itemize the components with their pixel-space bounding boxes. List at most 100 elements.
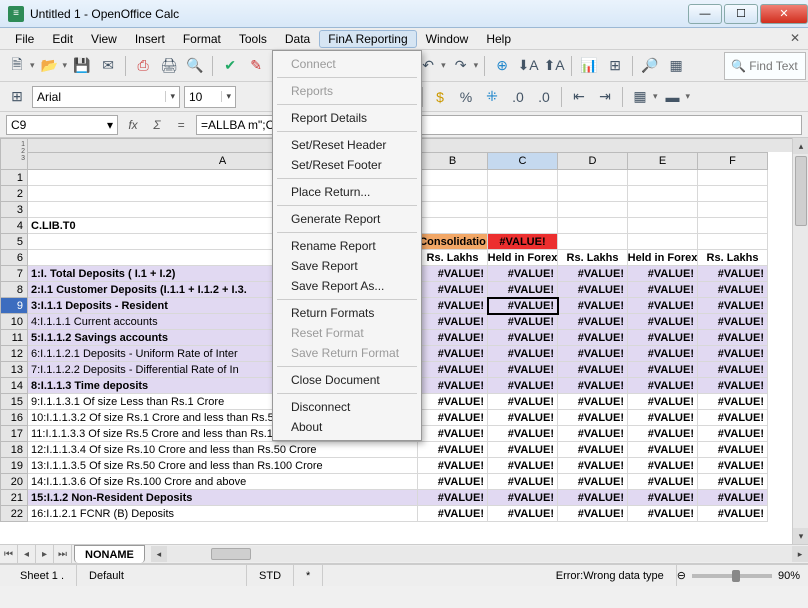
tab-prev-icon[interactable]: ◂ [18, 545, 36, 563]
minimize-button[interactable]: — [688, 4, 722, 24]
menu-item-save-report-as[interactable]: Save Report As... [273, 276, 421, 296]
cell[interactable]: #VALUE! [418, 490, 488, 506]
row-header-2[interactable]: 2 [0, 186, 28, 202]
cell[interactable] [558, 234, 628, 250]
cell[interactable]: #VALUE! [488, 266, 558, 282]
row-header-9[interactable]: 9 [0, 298, 28, 314]
equals-icon[interactable]: = [172, 116, 190, 134]
cell[interactable]: #VALUE! [558, 458, 628, 474]
find-icon[interactable]: 🔎 [639, 55, 661, 77]
cell[interactable]: #VALUE! [698, 458, 768, 474]
row-header-5[interactable]: 5 [0, 234, 28, 250]
cell[interactable]: #VALUE! [418, 362, 488, 378]
menu-item-place-return[interactable]: Place Return... [273, 182, 421, 202]
cell[interactable]: Rs. Lakhs [418, 250, 488, 266]
cell[interactable]: Rs. Lakhs [558, 250, 628, 266]
row-header-22[interactable]: 22 [0, 506, 28, 522]
cell[interactable]: #VALUE! [628, 282, 698, 298]
cell[interactable]: #VALUE! [558, 426, 628, 442]
fx-icon[interactable]: fx [124, 116, 142, 134]
cell[interactable] [628, 234, 698, 250]
cell[interactable]: #VALUE! [418, 346, 488, 362]
cell[interactable]: #VALUE! [488, 490, 558, 506]
col-header-B[interactable]: B [418, 152, 488, 170]
cell[interactable]: #VALUE! [698, 442, 768, 458]
cell[interactable] [628, 202, 698, 218]
cell[interactable]: #VALUE! [698, 410, 768, 426]
cell[interactable]: #VALUE! [698, 314, 768, 330]
menu-format[interactable]: Format [174, 30, 230, 48]
pdf-icon[interactable]: ⎙ [132, 55, 154, 77]
cell[interactable]: #VALUE! [418, 330, 488, 346]
cell[interactable]: #VALUE! [628, 458, 698, 474]
cell[interactable]: #VALUE! [488, 346, 558, 362]
close-button[interactable]: ✕ [760, 4, 808, 24]
cell[interactable]: #VALUE! [698, 394, 768, 410]
cell[interactable]: #VALUE! [558, 474, 628, 490]
scroll-left-icon[interactable]: ◂ [151, 546, 167, 562]
col-header-F[interactable]: F [698, 152, 768, 170]
cell[interactable] [488, 202, 558, 218]
row-header-18[interactable]: 18 [0, 442, 28, 458]
cell[interactable]: #VALUE! [558, 394, 628, 410]
cell[interactable] [488, 170, 558, 186]
cell[interactable]: #VALUE! [698, 426, 768, 442]
cell[interactable]: #VALUE! [628, 490, 698, 506]
vertical-scrollbar[interactable]: ▴ ▾ [792, 138, 808, 544]
cell[interactable]: #VALUE! [628, 394, 698, 410]
scroll-thumb[interactable] [795, 156, 807, 226]
cell[interactable]: #VALUE! [628, 266, 698, 282]
cell[interactable]: #VALUE! [418, 442, 488, 458]
cell[interactable]: 14:I.1.1.3.6 Of size Rs.100 Crore and ab… [28, 474, 418, 490]
cell[interactable]: #VALUE! [488, 314, 558, 330]
styles-icon[interactable]: ⊞ [6, 86, 28, 108]
maximize-button[interactable]: ☐ [724, 4, 758, 24]
cell[interactable]: #VALUE! [628, 506, 698, 522]
cell[interactable]: Consolidatio [418, 234, 488, 250]
cell[interactable]: #VALUE! [628, 410, 698, 426]
cell[interactable] [558, 170, 628, 186]
cell[interactable]: #VALUE! [558, 314, 628, 330]
zoom-slider[interactable] [692, 574, 772, 578]
cell[interactable]: #VALUE! [418, 410, 488, 426]
cell[interactable]: #VALUE! [698, 330, 768, 346]
zoom-out-icon[interactable]: ⊖ [677, 569, 686, 582]
cell[interactable]: #VALUE! [418, 458, 488, 474]
zoom-level[interactable]: 90% [778, 570, 800, 582]
menu-item-disconnect[interactable]: Disconnect [273, 397, 421, 417]
cell[interactable]: #VALUE! [698, 298, 768, 314]
cell[interactable]: #VALUE! [628, 330, 698, 346]
cell[interactable]: #VALUE! [488, 426, 558, 442]
horizontal-scrollbar[interactable]: ◂ ▸ [151, 546, 808, 562]
cell[interactable]: #VALUE! [418, 314, 488, 330]
row-header-1[interactable]: 1 [0, 170, 28, 186]
cell[interactable]: #VALUE! [628, 426, 698, 442]
cell[interactable] [488, 218, 558, 234]
menu-item-rename-report[interactable]: Rename Report [273, 236, 421, 256]
font-name-combo[interactable]: Arial▾ [32, 86, 180, 108]
menu-file[interactable]: File [6, 30, 43, 48]
number-icon[interactable]: ⁜ [481, 86, 503, 108]
tab-next-icon[interactable]: ▸ [36, 545, 54, 563]
cell[interactable] [698, 218, 768, 234]
font-size-combo[interactable]: 10▾ [184, 86, 236, 108]
cell[interactable]: #VALUE! [488, 378, 558, 394]
cell[interactable]: #VALUE! [488, 394, 558, 410]
sheet-tab[interactable]: NONAME [74, 545, 145, 563]
row-header-4[interactable]: 4 [0, 218, 28, 234]
sum-icon[interactable]: Σ [148, 116, 166, 134]
cell[interactable]: #VALUE! [558, 506, 628, 522]
cell[interactable]: #VALUE! [418, 426, 488, 442]
menu-tools[interactable]: Tools [230, 30, 276, 48]
row-header-16[interactable]: 16 [0, 410, 28, 426]
cell[interactable]: #VALUE! [628, 314, 698, 330]
cell[interactable] [698, 234, 768, 250]
autospell-icon[interactable]: ✎ [245, 55, 267, 77]
cell[interactable]: #VALUE! [558, 378, 628, 394]
sort-asc-icon[interactable]: ⬇A [517, 55, 539, 77]
new-doc-icon[interactable]: 🗎 [6, 55, 28, 77]
cell[interactable]: #VALUE! [698, 346, 768, 362]
row-header-12[interactable]: 12 [0, 346, 28, 362]
hyperlink-icon[interactable]: ⊕ [491, 55, 513, 77]
indent-inc-icon[interactable]: ⇥ [594, 86, 616, 108]
